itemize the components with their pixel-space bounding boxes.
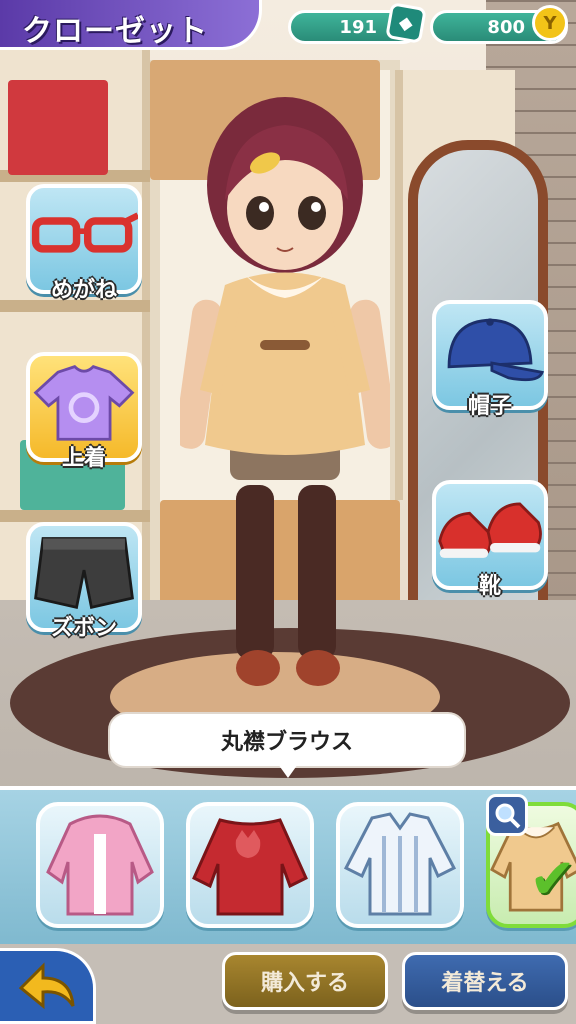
category-glasses[interactable]: めがね	[26, 184, 142, 303]
category-shoes[interactable]: 靴	[432, 480, 548, 599]
red-cat-sweater-icon	[192, 818, 308, 916]
pink-hoodie-icon	[46, 814, 154, 916]
category-label: 帽子	[467, 394, 512, 419]
category-label: 靴	[478, 574, 501, 599]
selected-item-name: 丸襟ブラウス	[220, 730, 353, 755]
striped-shirt-icon	[343, 812, 457, 916]
red-storage-box	[8, 80, 108, 175]
shorts-icon	[34, 537, 134, 610]
item-slot-striped-shirt[interactable]	[336, 802, 464, 928]
coin-count: 800	[487, 17, 525, 38]
player-character	[180, 97, 390, 686]
title-plate: クローゼット	[0, 0, 262, 50]
category-hat[interactable]: 帽子	[432, 300, 548, 419]
shirt-icon	[33, 365, 135, 441]
bubble-tail	[278, 764, 298, 778]
item-slot-red-cat-sweater[interactable]	[186, 802, 314, 928]
gem-icon: ◆	[385, 2, 427, 44]
category-label: 上着	[61, 446, 106, 471]
coin-icon: Y	[532, 5, 568, 41]
sneakers-icon	[438, 502, 542, 558]
buy-button-label: 購入する	[260, 971, 349, 996]
gem-count: 191	[339, 17, 377, 38]
glasses-icon	[31, 212, 138, 253]
item-slot-pink-hoodie[interactable]	[36, 802, 164, 928]
equipped-check-icon: ✔	[529, 847, 576, 912]
change-clothes-button[interactable]: 着替える	[402, 952, 568, 1010]
back-arrow-icon	[18, 962, 74, 1010]
item-name-bubble: 丸襟ブラウス	[108, 712, 466, 768]
change-button-label: 着替える	[441, 971, 529, 996]
cap-icon	[447, 318, 544, 382]
page-title: クローゼット	[22, 14, 208, 49]
category-label: ズボン	[50, 616, 117, 641]
category-tops[interactable]: 上着	[26, 352, 142, 471]
category-pants[interactable]: ズボン	[26, 522, 142, 641]
category-label: めがね	[50, 278, 117, 303]
back-button[interactable]	[0, 948, 96, 1024]
shelf-board	[0, 510, 150, 522]
buy-button[interactable]: 購入する	[222, 952, 388, 1010]
magnifier-badge-icon[interactable]	[486, 794, 528, 836]
